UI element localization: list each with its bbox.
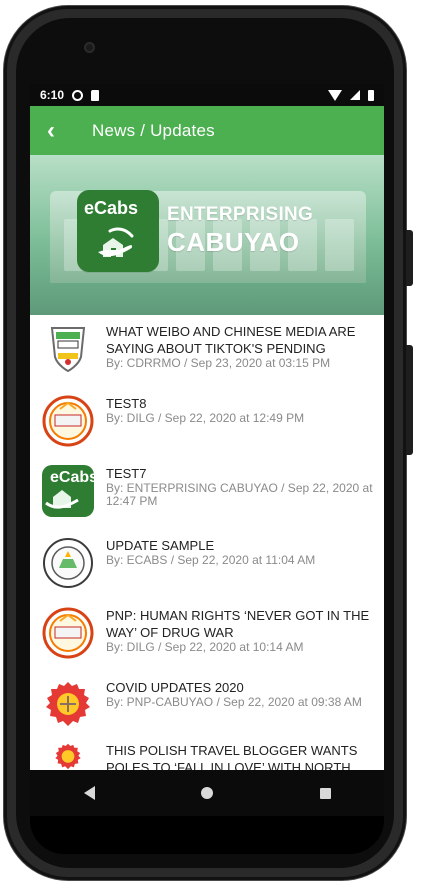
system-navigation-bar xyxy=(30,770,384,816)
front-camera-icon xyxy=(84,42,95,53)
status-time: 6:10 xyxy=(40,88,65,102)
news-text: TEST8 By: DILG / Sep 22, 2020 at 12:49 P… xyxy=(106,395,374,425)
news-text: UPDATE SAMPLE By: ECABS / Sep 22, 2020 a… xyxy=(106,537,374,567)
news-text: PNP: HUMAN RIGHTS ‘NEVER GOT IN THE WAY’… xyxy=(106,607,374,654)
wifi-icon xyxy=(328,89,342,101)
news-text: THIS POLISH TRAVEL BLOGGER WANTS POLES T… xyxy=(106,742,374,770)
gear-icon xyxy=(72,89,84,101)
nav-recent-button[interactable] xyxy=(311,779,339,807)
app-screenshot-canvas: 6:10 ‹ News / Updates eCabs ENTERPRISING… xyxy=(0,0,423,889)
power-button xyxy=(406,345,413,455)
news-meta: By: DILG / Sep 22, 2020 at 12:49 PM xyxy=(106,411,305,425)
app-bar: ‹ News / Updates xyxy=(30,106,384,155)
cdrrmo-logo xyxy=(42,323,94,375)
phone-screen: 6:10 ‹ News / Updates eCabs ENTERPRISING… xyxy=(30,84,384,770)
news-title[interactable]: UPDATE SAMPLE xyxy=(106,537,374,554)
nav-home-button[interactable] xyxy=(193,779,221,807)
news-item[interactable]: TEST8 By: DILG / Sep 22, 2020 at 12:49 P… xyxy=(30,395,384,447)
news-title[interactable]: TEST8 xyxy=(106,395,374,412)
news-item[interactable]: WHAT WEIBO AND CHINESE MEDIA ARE SAYING … xyxy=(30,323,384,381)
news-meta: By: CDRRMO / Sep 23, 2020 at 03:15 PM xyxy=(106,356,331,370)
ecabs-logo: eCabs xyxy=(42,465,94,517)
banner-title-enterprising: ENTERPRISING xyxy=(167,204,314,225)
status-left-group: 6:10 xyxy=(40,88,100,102)
news-title[interactable]: THIS POLISH TRAVEL BLOGGER WANTS POLES T… xyxy=(106,742,374,770)
news-text: WHAT WEIBO AND CHINESE MEDIA ARE SAYING … xyxy=(106,323,374,370)
news-title[interactable]: TEST7 xyxy=(106,465,374,482)
nav-back-button[interactable] xyxy=(75,779,103,807)
nav-home-icon xyxy=(201,787,213,799)
news-title[interactable]: WHAT WEIBO AND CHINESE MEDIA ARE SAYING … xyxy=(106,323,374,357)
news-item[interactable]: eCabs TEST7 By: ENTERPRISING CABUYAO / S… xyxy=(30,465,384,523)
page-title: News / Updates xyxy=(92,120,215,140)
news-meta: By: DILG / Sep 22, 2020 at 10:14 AM xyxy=(106,640,304,654)
nav-back-icon xyxy=(83,786,95,800)
ecabs-logo: eCabs xyxy=(77,190,159,272)
pnp-logo xyxy=(42,679,94,731)
dilg-logo xyxy=(42,395,94,447)
volume-button xyxy=(406,230,413,286)
pnp-logo xyxy=(42,742,94,770)
status-right-group xyxy=(328,89,374,101)
dilg-logo xyxy=(42,607,94,659)
news-list[interactable]: WHAT WEIBO AND CHINESE MEDIA ARE SAYING … xyxy=(30,315,384,770)
svg-text:eCabs: eCabs xyxy=(50,469,94,486)
news-item[interactable]: COVID UPDATES 2020 By: PNP-CABUYAO / Sep… xyxy=(30,679,384,737)
sd-card-icon xyxy=(91,89,100,101)
battery-icon xyxy=(368,89,374,101)
news-item[interactable]: PNP: HUMAN RIGHTS ‘NEVER GOT IN THE WAY’… xyxy=(30,607,384,665)
signal-icon xyxy=(350,90,360,100)
news-title[interactable]: COVID UPDATES 2020 xyxy=(106,679,374,696)
news-text: TEST7 By: ENTERPRISING CABUYAO / Sep 22,… xyxy=(106,465,374,508)
news-title[interactable]: PNP: HUMAN RIGHTS ‘NEVER GOT IN THE WAY’… xyxy=(106,607,374,641)
news-item[interactable]: THIS POLISH TRAVEL BLOGGER WANTS POLES T… xyxy=(30,742,384,770)
status-bar: 6:10 xyxy=(30,84,384,106)
hand-house-icon xyxy=(95,224,141,262)
news-meta: By: ENTERPRISING CABUYAO / Sep 22, 2020 … xyxy=(106,481,373,508)
phone-bottom-bezel xyxy=(30,816,384,854)
news-meta: By: ECABS / Sep 22, 2020 at 11:04 AM xyxy=(106,553,316,567)
city-seal-logo xyxy=(42,537,94,589)
nav-recent-icon xyxy=(319,787,331,799)
news-meta: By: PNP-CABUYAO / Sep 22, 2020 at 09:38 … xyxy=(106,695,362,709)
banner-title-cabuyao: CABUYAO xyxy=(167,227,300,257)
news-item[interactable]: UPDATE SAMPLE By: ECABS / Sep 22, 2020 a… xyxy=(30,537,384,589)
back-button[interactable]: ‹ xyxy=(30,106,72,155)
ecabs-logo-text: eCabs xyxy=(84,198,139,218)
hero-banner: eCabs ENTERPRISING CABUYAO xyxy=(30,155,384,315)
back-arrow-icon: ‹ xyxy=(47,116,55,144)
news-text: COVID UPDATES 2020 By: PNP-CABUYAO / Sep… xyxy=(106,679,374,709)
